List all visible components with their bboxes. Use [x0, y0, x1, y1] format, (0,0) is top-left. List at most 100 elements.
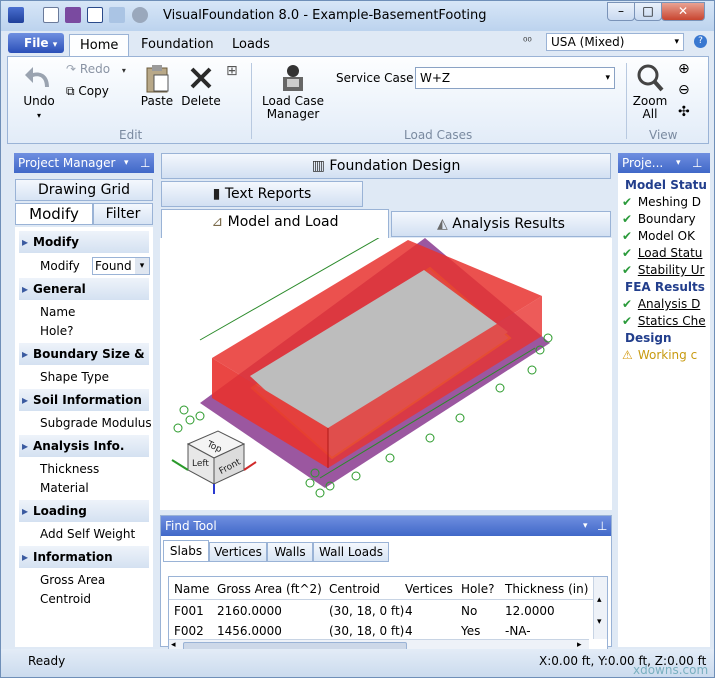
file-label: File	[24, 36, 49, 50]
settings-icon[interactable]	[132, 7, 148, 23]
new-icon[interactable]	[43, 7, 59, 23]
tab-drawing-grid[interactable]: Drawing Grid	[15, 179, 153, 201]
grid-icon[interactable]: ⊞	[226, 63, 238, 79]
section-loading[interactable]: Loading	[19, 500, 149, 522]
column-header[interactable]: Thickness (in)	[505, 582, 588, 596]
foundation-model-3d[interactable]: Top Left Front	[160, 227, 612, 510]
section-analysis[interactable]: Analysis Info.	[19, 435, 149, 457]
chevron-down-icon[interactable]: ▾	[583, 516, 588, 536]
tab-slabs[interactable]: Slabs	[163, 540, 209, 562]
check-icon: ✔	[622, 314, 633, 328]
redo-button[interactable]: ↷ Redo ▾	[66, 63, 136, 77]
check-icon: ✔	[622, 229, 633, 243]
paste-button[interactable]: Paste	[138, 63, 176, 108]
pan-icon[interactable]: ✣	[678, 104, 690, 120]
status-link[interactable]: Stability Ur	[638, 263, 705, 277]
table-cell: 4	[405, 624, 413, 638]
section-soil[interactable]: Soil Information	[19, 389, 149, 411]
file-menu-button[interactable]: File ▾	[8, 33, 64, 53]
service-case-dropdown[interactable]: W+Z ▾	[415, 67, 615, 89]
app-icon[interactable]	[8, 7, 24, 23]
view-cube-left[interactable]: Left	[192, 459, 209, 469]
tab-analysis-results[interactable]: ◭ Analysis Results	[391, 211, 611, 237]
tab-loads[interactable]: Loads	[222, 34, 280, 56]
undo-quick-icon[interactable]	[109, 7, 125, 23]
status-item[interactable]: ⚠ Working c	[622, 348, 697, 362]
undo-button[interactable]: Undo ▾	[18, 63, 60, 122]
tab-foundation[interactable]: Foundation	[131, 34, 224, 56]
column-header[interactable]: Hole?	[461, 582, 494, 596]
chevron-down-icon: ▾	[674, 37, 679, 47]
zoom-all-button[interactable]: Zoom All	[630, 63, 670, 121]
status-item[interactable]: ✔ Meshing D	[622, 195, 701, 209]
column-header[interactable]: Name	[174, 582, 209, 596]
view-cube[interactable]	[171, 430, 257, 494]
tab-text-reports[interactable]: ▮ Text Reports	[161, 181, 363, 207]
status-item[interactable]: ✔ Statics Che	[622, 314, 706, 328]
help-icon[interactable]: ?	[694, 35, 707, 48]
vertical-scrollbar[interactable]: ▴ ▾	[593, 577, 607, 639]
table-cell: F002	[174, 624, 204, 638]
copy-label: Copy	[78, 84, 109, 98]
pin-icon[interactable]: ⊥	[692, 153, 702, 173]
table-cell: Yes	[461, 624, 481, 638]
column-header[interactable]: Centroid	[329, 582, 380, 596]
tab-vertices[interactable]: Vertices	[209, 542, 267, 562]
copy-button[interactable]: ⧉ Copy	[66, 85, 126, 98]
project-manager-pane: Project Manager ▾ ⊥ Drawing Grid Modify …	[14, 153, 154, 647]
undo-icon	[25, 67, 49, 87]
paste-icon	[146, 65, 169, 93]
pin-icon[interactable]: ⊥	[140, 153, 150, 173]
status-link[interactable]: Load Statu	[638, 246, 703, 260]
status-text: Ready	[28, 654, 66, 668]
status-link[interactable]: Statics Che	[638, 314, 706, 328]
scroll-down-icon[interactable]: ▾	[597, 617, 602, 627]
modify-target-dropdown[interactable]: Found ▾	[92, 257, 150, 275]
tab-walls[interactable]: Walls	[267, 542, 313, 562]
units-dropdown[interactable]: USA (Mixed) ▾	[546, 33, 684, 51]
section-general[interactable]: General	[19, 278, 149, 300]
status-item[interactable]: ✔ Stability Ur	[622, 263, 704, 277]
zoom-in-icon[interactable]: ⊕	[678, 61, 690, 77]
chevron-down-icon[interactable]: ▾	[124, 153, 129, 173]
section-boundary[interactable]: Boundary Size & S	[19, 343, 149, 365]
tab-home[interactable]: Home	[69, 34, 130, 56]
model-viewport[interactable]: Top Left Front	[160, 227, 612, 510]
tab-filter[interactable]: Filter	[93, 203, 153, 225]
save-icon[interactable]	[65, 7, 81, 23]
status-item[interactable]: ✔ Model OK	[622, 229, 695, 243]
tab-wall-loads[interactable]: Wall Loads	[313, 542, 389, 562]
status-item[interactable]: ✔ Boundary	[622, 212, 696, 226]
print-preview-icon[interactable]	[87, 7, 103, 23]
redo-icon: ↷	[66, 62, 77, 76]
tab-model-and-load[interactable]: ⊿ Model and Load	[161, 209, 389, 239]
column-header[interactable]: Vertices	[405, 582, 453, 596]
check-icon: ✔	[622, 246, 633, 260]
maximize-button[interactable]: □	[634, 2, 662, 21]
tab-modify[interactable]: Modify	[15, 203, 93, 225]
zoom-out-icon[interactable]: ⊖	[678, 82, 690, 98]
section-information[interactable]: Information	[19, 546, 149, 568]
manager-label-1: Load Case	[262, 94, 324, 108]
paste-label: Paste	[140, 94, 174, 108]
section-modify[interactable]: Modify	[19, 231, 149, 253]
status-link[interactable]: Analysis D	[638, 297, 701, 311]
pin-icon[interactable]: ⊥	[597, 516, 607, 536]
check-icon: ✔	[622, 297, 633, 311]
chevron-down-icon[interactable]: ▾	[676, 153, 681, 173]
delete-button[interactable]: Delete	[180, 63, 222, 108]
load-case-manager-button[interactable]: Load Case Manager	[258, 63, 328, 121]
minimize-button[interactable]: –	[607, 2, 635, 21]
chevron-down-icon: ▾	[605, 73, 610, 83]
project-manager-title: Project Manager	[18, 156, 116, 170]
close-button[interactable]: ✕	[661, 2, 705, 21]
foundation-design-icon: ▥	[311, 158, 325, 174]
table-row[interactable]: F001 2160.0000 (30, 18, 0 ft) 4 No 12.00…	[169, 601, 607, 621]
table-row[interactable]: F002 1456.0000 (30, 18, 0 ft) 4 Yes -NA-	[169, 621, 607, 641]
status-item[interactable]: ✔ Load Statu	[622, 246, 702, 260]
tab-foundation-design[interactable]: ▥ Foundation Design	[161, 153, 611, 179]
column-header[interactable]: Gross Area (ft^2)	[217, 582, 322, 596]
analysis-results-icon: ◭	[437, 216, 448, 232]
scroll-up-icon[interactable]: ▴	[597, 595, 602, 605]
status-item[interactable]: ✔ Analysis D	[622, 297, 700, 311]
